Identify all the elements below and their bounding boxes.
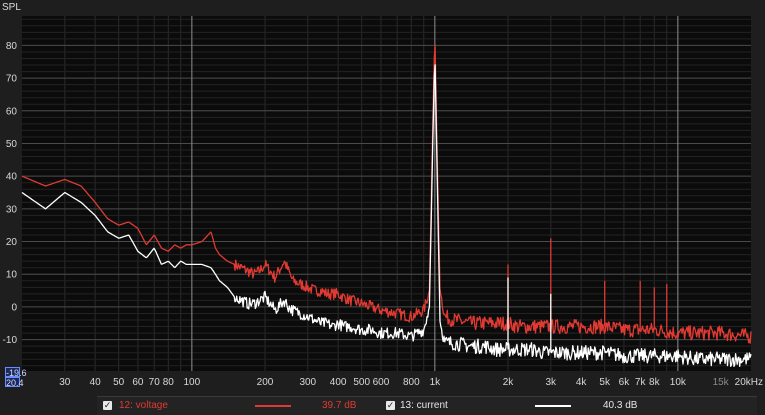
y-tick-label: 70 [6,74,18,85]
x-tick-label: 4k [576,377,588,388]
spectrum-plot[interactable]: SPL 80706050403020100-10 30 40 50 60 70 80 100… [0,0,765,414]
x-tick-label: 70 [149,377,161,388]
x-tick-label: 2k [503,377,515,388]
x-tick-label: 60 [132,377,144,388]
x-tick-label: 200 [257,377,274,388]
voltage-swatch [255,405,291,407]
legend-entry-current[interactable]: ✓ 13: current 40.3 dB [386,397,746,415]
x-tick-label: 30 [59,377,71,388]
x-tick-label: 7k [635,377,647,388]
y-tick-label: 80 [6,41,18,52]
y-tick-label: 0 [11,302,17,313]
x-tick-label: 10k [670,377,687,388]
x-tick-label: 8k [649,377,661,388]
y-tick-label: 50 [6,139,18,150]
x-tick-label: 40 [90,377,102,388]
x-tick-label: 100 [184,377,201,388]
y-axis-ticks: 80 70 60 50 40 30 20 10 0 -10 [3,41,18,346]
legend-bar: ✓ 12: voltage 39.7 dB ✓ 13: current 40.3… [97,396,757,415]
y-tick-label: -10 [3,335,18,346]
x-tick-label: 3k [546,377,558,388]
x-tick-label: 500 [353,377,370,388]
x-tick-label: 5k [599,377,611,388]
y-axis-title: SPL [2,2,21,13]
x-tick-label: 1k [430,377,442,388]
current-value: 40.3 dB [603,400,638,411]
y-tick-label: 20 [6,237,18,248]
x-cursor-readout[interactable]: 20.4 [5,377,24,388]
plot-area[interactable] [22,16,751,371]
x-tick-label: 300 [299,377,316,388]
y-tick-label: 10 [6,270,18,281]
x-tick-label: 80 [163,377,175,388]
x-axis-ticks: 30 40 50 60 70 80 100 200 300 400 500 600 800 1k 2k 3k 4… [59,377,763,388]
y-tick-label: 30 [6,204,18,215]
x-tick-label: 6k [619,377,631,388]
x-tick-label: 50 [113,377,125,388]
x-tick-label: 15k [713,377,730,388]
y-tick-label: 40 [6,172,18,183]
voltage-value: 39.7 dB [322,400,357,411]
current-label: 13: current [400,400,448,411]
x-tick-label: 800 [403,377,420,388]
y-cursor-readout[interactable]: -19.6 [5,367,27,378]
current-checkbox[interactable]: ✓ [386,401,395,410]
voltage-label: 12: voltage [119,400,168,411]
x-tick-label: 400 [330,377,347,388]
x-tick-label: 600 [373,377,390,388]
current-swatch [535,405,571,407]
voltage-checkbox[interactable]: ✓ [103,401,112,410]
x-tick-label: 20kHz [735,377,763,388]
y-tick-label: 60 [6,106,18,117]
legend-entry-voltage[interactable]: ✓ 12: voltage 39.7 dB [103,397,403,415]
rta-graph-window: SPL 80 70 60 50 40 30 20 10 0 -10 30 40 50 60 70 80 100… [0,0,765,415]
